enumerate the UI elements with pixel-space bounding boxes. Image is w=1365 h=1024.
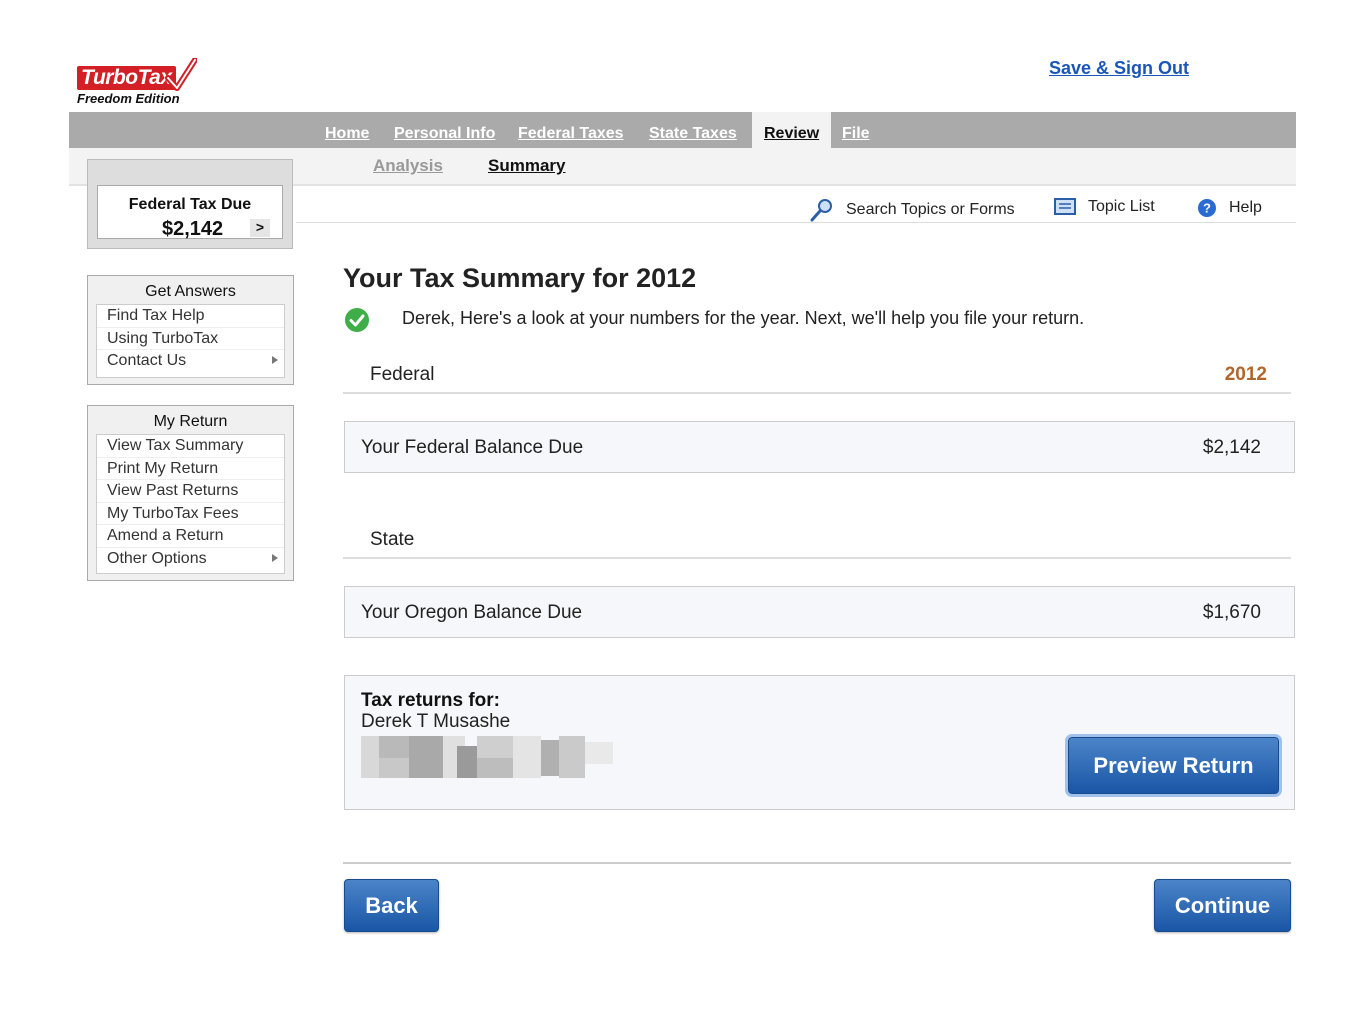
federal-balance-label: Your Federal Balance Due [361,437,584,458]
search-topics-label: Search Topics or Forms [846,201,1015,218]
link-my-turbotax-fees[interactable]: My TurboTax Fees [97,503,284,525]
tax-year-label: 2012 [1224,364,1267,385]
preview-return-button[interactable]: Preview Return [1065,734,1282,797]
link-print-my-return[interactable]: Print My Return [97,458,284,480]
tax-due-expand-button[interactable]: > [250,219,270,237]
tax-due-amount: $2,142 [162,218,224,240]
tools-row: Search Topics or Forms Topic List ? Help [296,186,1296,223]
submenu-arrow-icon [272,553,278,562]
check-circle-icon [345,308,369,332]
redacted-address-image [361,734,613,780]
federal-balance-row: Your Federal Balance Due $2,142 [344,421,1295,473]
back-button[interactable]: Back [344,879,439,932]
help-link[interactable]: ? Help [1197,198,1262,218]
state-balance-amount: $1,670 [1202,602,1261,623]
contact-us-label: Contact Us [107,352,187,369]
topic-list-link[interactable]: Topic List [1054,198,1155,216]
turbotax-logo: TurboTax Freedom Edition [77,58,217,110]
federal-balance-amount: $2,142 [1202,437,1261,458]
tax-returns-for-box: Tax returns for: Derek T Musashe Preview… [344,675,1295,810]
topic-list-icon [1054,198,1076,215]
edition-label: Freedom Edition [77,91,180,106]
intro-text: Derek, Here's a look at your numbers for… [402,308,1085,328]
search-topics-link[interactable]: Search Topics or Forms [810,198,1015,222]
page-title: Your Tax Summary for 2012 [343,263,697,293]
state-balance-label: Your Oregon Balance Due [361,602,583,623]
tab-home[interactable]: Home [325,125,369,143]
link-view-tax-summary[interactable]: View Tax Summary [97,435,284,458]
link-amend-a-return[interactable]: Amend a Return [97,525,284,548]
tax-due-label: Federal Tax Due [128,196,252,213]
state-section-header: State [343,525,1291,559]
get-answers-title: Get Answers [145,283,236,300]
my-return-list: View Tax Summary Print My Return View Pa… [96,434,285,574]
link-view-past-returns[interactable]: View Past Returns [97,480,284,503]
federal-tax-due-panel: Federal Tax Due $2,142 > [97,185,283,240]
federal-label: Federal [370,364,435,385]
tab-federal-taxes[interactable]: Federal Taxes [518,125,624,143]
divider [343,862,1291,864]
my-return-panel: My Return View Tax Summary Print My Retu… [87,405,294,581]
svg-text:?: ? [1203,201,1211,216]
save-signout-link[interactable]: Save & Sign Out [1049,58,1189,79]
logo-text: TurboTax [77,66,176,90]
link-using-turbotax[interactable]: Using TurboTax [97,328,284,350]
federal-section-header: Federal 2012 [343,360,1291,394]
tab-personal-info[interactable]: Personal Info [394,125,495,143]
taxpayer-name: Derek T Musashe [361,711,511,732]
tax-returns-for-label: Tax returns for: [361,690,501,711]
help-icon: ? [1198,199,1216,217]
link-find-tax-help[interactable]: Find Tax Help [97,305,284,328]
continue-button[interactable]: Continue [1154,879,1291,932]
subtab-analysis[interactable]: Analysis [373,156,443,176]
state-balance-row: Your Oregon Balance Due $1,670 [344,586,1295,638]
subtab-summary[interactable]: Summary [488,156,565,176]
tab-file[interactable]: File [842,125,870,143]
tab-state-taxes[interactable]: State Taxes [649,125,737,143]
link-other-options[interactable]: Other Options [97,548,284,570]
main-nav: Home Personal Info Federal Taxes State T… [69,112,1296,148]
federal-tax-due-widget: Federal Tax Due $2,142 > [87,159,293,249]
search-icon [810,199,832,222]
my-return-title: My Return [153,413,228,430]
topic-list-label: Topic List [1088,198,1155,215]
get-answers-list: Find Tax Help Using TurboTax Contact Us [96,304,285,378]
link-contact-us[interactable]: Contact Us [97,350,284,372]
checkmark-icon [165,58,197,91]
state-label: State [370,529,415,550]
tab-review[interactable]: Review [752,112,832,148]
submenu-arrow-icon [272,356,278,364]
help-label: Help [1229,199,1262,216]
other-options-label: Other Options [107,549,207,567]
get-answers-panel: Get Answers Find Tax Help Using TurboTax… [87,275,294,385]
